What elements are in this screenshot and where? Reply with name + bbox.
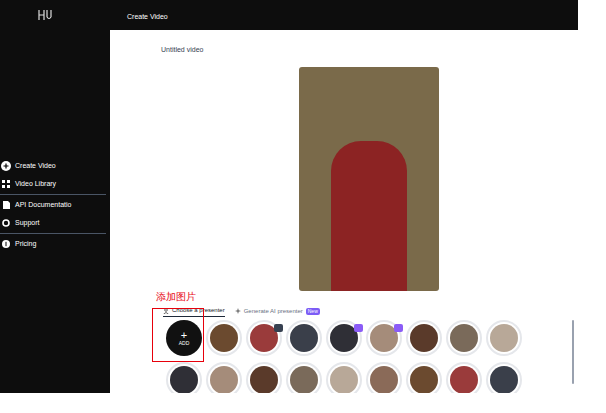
avatar-badge [354,324,363,332]
avatar-badge [394,324,403,332]
presenter-avatar[interactable] [286,362,322,393]
sidebar-group: API Documentatio [0,196,110,214]
avatar-row: +ADD [166,320,522,356]
presenter-avatar[interactable] [326,362,362,393]
top-bar: Create Video [110,0,578,30]
avatar-photo [250,366,278,393]
avatar-photo [490,324,518,352]
presenter-preview [299,67,439,291]
sidebar: Create VideoVideo Library API Documentati… [0,0,110,393]
presenter-avatar[interactable] [246,362,282,393]
presenter-avatar[interactable] [446,362,482,393]
presenter-avatar[interactable] [446,320,482,356]
plus-icon [1,161,11,171]
presenter-list: +ADD [166,320,576,393]
document-icon [3,201,10,209]
presenter-avatar[interactable] [326,320,362,356]
presenter-avatar[interactable] [486,320,522,356]
grid-icon [2,180,10,188]
avatar-photo [170,366,198,393]
annotation-box [152,308,204,362]
logo-icon [38,9,54,21]
sidebar-item[interactable]: Create Video [0,157,110,175]
sidebar-item[interactable]: Video Library [0,175,110,193]
sidebar-separator [0,194,106,195]
avatar-photo [410,324,438,352]
presenter-avatar[interactable] [406,320,442,356]
sidebar-item[interactable]: Support [0,214,110,232]
avatar-photo [490,366,518,393]
avatar-row [166,362,522,393]
presenter-avatar[interactable] [246,320,282,356]
presenter-avatar[interactable] [286,320,322,356]
sidebar-group: Pricing [0,235,110,253]
scrollbar[interactable] [572,320,574,384]
presenter-avatar[interactable] [166,362,202,393]
new-badge: New [306,308,320,315]
avatar-photo [210,366,238,393]
avatar-photo [450,366,478,393]
sidebar-group: Video Library [0,175,110,196]
presenter-avatar[interactable] [406,362,442,393]
main: Create Video Untitled video 添加图片 Choose a p… [110,0,606,393]
avatar-photo [450,324,478,352]
avatar-photo [290,324,318,352]
avatar-photo [330,366,358,393]
presenter-avatar[interactable] [486,362,522,393]
avatar-photo [410,366,438,393]
avatar-badge [274,324,283,332]
avatar-photo [290,366,318,393]
annotation-label: 添加图片 [110,291,606,303]
video-title[interactable]: Untitled video [110,30,606,67]
sidebar-item[interactable]: Pricing [0,235,110,253]
presenter-tabs: Choose a presenter Generate AI presenterN… [163,305,606,317]
logo[interactable] [0,0,110,30]
presenter-avatar[interactable] [206,362,242,393]
sidebar-separator [0,233,106,234]
editor-panel: Untitled video 添加图片 Choose a presenter Gene… [110,30,606,393]
app: Create VideoVideo LibraryAPI Documentati… [0,0,606,413]
sparkle-icon [235,308,241,314]
presenter-avatar[interactable] [366,320,402,356]
sidebar-group: Support [0,214,110,235]
presenter-avatar[interactable] [366,362,402,393]
pricing-icon [2,240,10,248]
presenter-tab[interactable]: Choose a presenter [163,305,225,317]
presenter-avatar[interactable] [206,320,242,356]
avatar-photo [370,366,398,393]
sidebar-menu: Create VideoVideo Library API Documentati… [0,157,110,253]
presenter-tab[interactable]: Generate AI presenterNew [235,305,320,317]
add-button[interactable]: +ADD [166,320,202,356]
sidebar-group: Create Video [0,157,110,175]
page-title: Create Video [127,12,168,23]
avatar-photo [210,324,238,352]
sidebar-item[interactable]: API Documentatio [0,196,110,214]
support-icon [2,219,10,227]
